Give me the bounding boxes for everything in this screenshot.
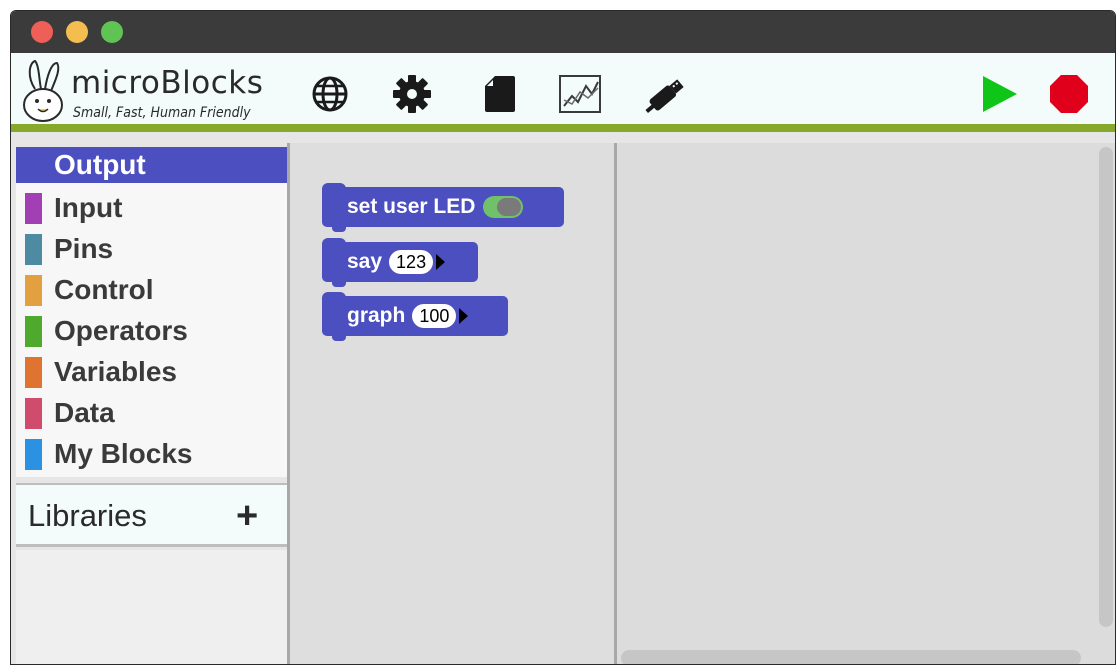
category-color-swatch [25,357,42,388]
gear-icon[interactable] [389,71,435,117]
library-list-area [16,550,287,664]
add-library-button[interactable]: + [236,495,258,538]
start-icon[interactable] [976,71,1022,117]
category-label: Pins [54,233,114,264]
close-window-button[interactable] [31,21,53,43]
usb-icon[interactable] [643,71,689,117]
expand-arrow-icon[interactable] [436,254,446,270]
say-block[interactable]: say 123 [322,238,478,287]
stop-icon[interactable] [1046,71,1092,117]
category-label: Control [54,274,154,305]
category-label: My Blocks [54,438,193,469]
graph-icon[interactable] [557,71,603,117]
graph-value-input[interactable]: 100 [412,304,457,328]
bunny-logo-icon [21,59,69,123]
category-label: Output [54,149,146,180]
zoom-window-button[interactable] [101,21,123,43]
libraries-panel: Libraries + [16,483,287,547]
category-color-swatch [25,439,42,470]
minimize-window-button[interactable] [66,21,88,43]
vertical-scrollbar[interactable] [1099,147,1113,627]
libraries-label: Libraries [28,498,147,533]
horizontal-scrollbar[interactable] [621,650,1081,664]
category-my-blocks[interactable]: My Blocks [16,434,287,475]
toolbar: microBlocks Small, Fast, Human Friendly [11,53,1115,132]
app-name: microBlocks [71,65,264,101]
category-label: Operators [54,315,188,346]
say-value-input[interactable]: 123 [389,250,434,274]
set-user-led-block[interactable]: set user LED [322,183,564,232]
graph-block[interactable]: graph 100 [322,292,508,341]
category-output[interactable]: Output [16,147,287,183]
category-color-swatch [25,193,42,224]
expand-arrow-icon[interactable] [459,308,469,324]
toggle-knob [497,198,522,216]
category-data[interactable]: Data [16,393,287,434]
app-tagline: Small, Fast, Human Friendly [73,105,251,121]
scripting-area[interactable] [617,143,1115,664]
category-input[interactable]: Input [16,188,287,229]
led-toggle[interactable] [483,196,524,218]
category-operators[interactable]: Operators [16,311,287,352]
category-variables[interactable]: Variables [16,352,287,393]
category-label: Data [54,397,115,428]
block-palette: set user LED say 123 graph 100 [287,143,617,664]
block-label: set user LED [347,195,476,218]
category-label: Variables [54,356,177,387]
category-color-swatch [25,234,42,265]
category-color-swatch [25,316,42,347]
app-window: microBlocks Small, Fast, Human Friendly [10,10,1116,665]
category-list: Output Input Pins Control Operators Vari… [16,147,287,477]
block-label: say [347,250,383,273]
category-color-swatch [25,275,42,306]
category-pins[interactable]: Pins [16,229,287,270]
category-control[interactable]: Control [16,270,287,311]
category-label: Input [54,192,123,223]
category-color-swatch [25,398,42,429]
block-label: graph [347,304,406,327]
file-icon[interactable] [477,71,523,117]
title-bar [11,11,1115,53]
globe-icon[interactable] [307,71,353,117]
